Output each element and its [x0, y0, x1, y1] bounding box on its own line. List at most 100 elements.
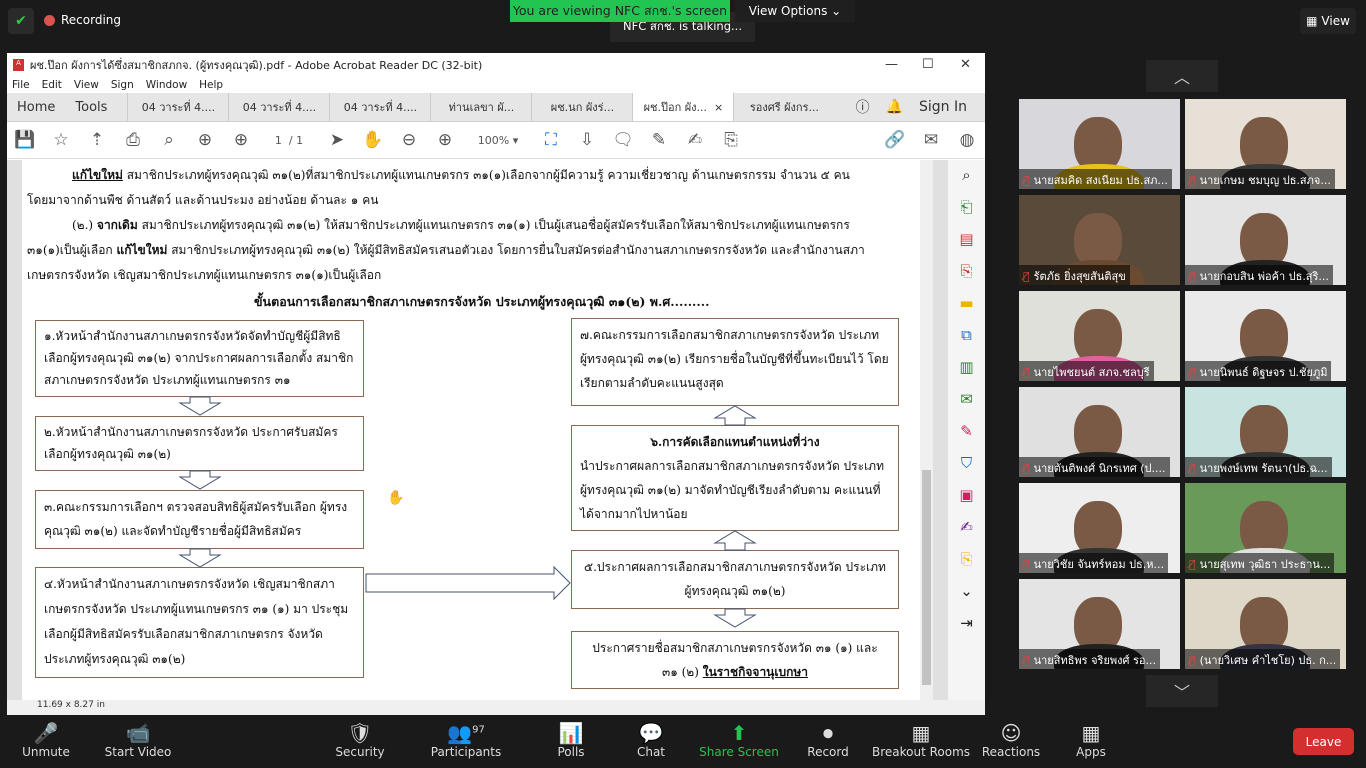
- doc-tab[interactable]: ท่านเลขา ผั...: [430, 93, 531, 121]
- share-screen-button[interactable]: ⬆ Share Screen: [689, 721, 789, 759]
- page-number-field[interactable]: 1 / 1: [259, 134, 319, 147]
- fill-sign-icon[interactable]: ⎘: [713, 130, 749, 150]
- recording-indicator[interactable]: Recording: [44, 13, 121, 27]
- participants-button[interactable]: 👥97 Participants: [416, 721, 516, 759]
- view-options-label: View Options: [748, 4, 828, 18]
- highlight-pen-icon[interactable]: ✎: [641, 130, 677, 150]
- menu-view[interactable]: View: [74, 79, 99, 91]
- share-link-icon[interactable]: 🔗: [877, 130, 913, 150]
- participant-name-bar: 🎙̸ นายตันติพงศ์ นิกรเทศ (ป....: [1019, 457, 1170, 477]
- fill-sign-tool-icon[interactable]: ✎: [960, 422, 973, 440]
- tab-tools[interactable]: Tools: [65, 93, 127, 121]
- save-icon[interactable]: 💾: [7, 130, 43, 150]
- fit-page-icon[interactable]: ⛶: [533, 130, 569, 150]
- zoom-tool-icon[interactable]: ⌕: [962, 166, 970, 184]
- bookmark-star-icon[interactable]: ☆: [43, 130, 79, 150]
- redact-icon[interactable]: ▣: [959, 486, 973, 504]
- acrobat-toolbar: 💾 ☆ ⇡ ⎙ ⌕ ⊕ ⊕ 1 / 1 ➤ ✋ ⊖ ⊕ 100% ▾ ⛶ ⇩ 🗨 ✎ ✍ ⎘ 🔗 ✉ ◍: [7, 122, 985, 159]
- menu-file[interactable]: File: [12, 79, 30, 91]
- apps-button[interactable]: ▦ Apps: [1041, 721, 1141, 759]
- view-options-button[interactable]: View Options ⌄: [735, 0, 855, 22]
- print-icon[interactable]: ⎙: [115, 130, 151, 150]
- chat-button[interactable]: 💬 Chat: [601, 721, 701, 759]
- unmute-button[interactable]: 🎤 Unmute: [0, 721, 96, 759]
- help-icon[interactable]: ⓘ: [856, 97, 870, 117]
- participant-tile[interactable]: 🎙̸ นายกอบสิน พ่อค้า ปธ.สุริ...: [1185, 195, 1346, 285]
- close-button[interactable]: ✕: [960, 57, 971, 72]
- participant-tile[interactable]: 🎙̸ นายตันติพงศ์ นิกรเทศ (ป....: [1019, 387, 1180, 477]
- participant-tile[interactable]: 🎙̸ นายสมคิด สงเนียม ปธ.สภ...: [1019, 99, 1180, 189]
- zoom-out-icon[interactable]: ⊖: [391, 130, 427, 150]
- participant-tile[interactable]: 🎙̸ รัตภัธ ยิ่งสุขสันติสุข: [1019, 195, 1180, 285]
- organize-pages-icon[interactable]: ▤: [959, 230, 973, 248]
- scan-icon[interactable]: ✉: [960, 390, 973, 408]
- search-icon[interactable]: ⌕: [151, 130, 187, 150]
- participant-name: นายวิชัย จันทร์หอม ปธ.ห...: [1033, 558, 1164, 571]
- collapse-panel-icon[interactable]: ⇥: [960, 614, 973, 632]
- participant-tile[interactable]: 🎙̸ นายเกษม ชมบุญ ปธ.สภจ...: [1185, 99, 1346, 189]
- create-pdf-icon[interactable]: ⎘: [960, 262, 972, 280]
- combine-files-icon[interactable]: ⧉: [961, 326, 972, 344]
- prev-page-icon[interactable]: ⊕: [187, 130, 223, 150]
- menu-help[interactable]: Help: [199, 79, 223, 91]
- sign-icon[interactable]: ✍: [677, 130, 713, 150]
- zoom-level-dropdown[interactable]: 100% ▾: [463, 134, 533, 147]
- minimize-button[interactable]: —: [885, 57, 898, 72]
- doc-tab[interactable]: 04 วาระที่ 4....: [228, 93, 329, 121]
- record-button[interactable]: ⏺ Record: [778, 721, 878, 759]
- participant-name: นายไพชยนต์ สภจ.ชลบุรี: [1033, 366, 1150, 379]
- account-icon[interactable]: ◍: [949, 130, 985, 150]
- menu-sign[interactable]: Sign: [111, 79, 134, 91]
- start-video-button[interactable]: 📹 Start Video: [88, 721, 188, 759]
- breakout-rooms-button[interactable]: ▦ Breakout Rooms: [871, 721, 971, 759]
- vertical-scrollbar[interactable]: [920, 160, 933, 700]
- participant-tile[interactable]: 🎙̸ นายสิทธิพร จริยพงศ์ รอ...: [1019, 579, 1180, 669]
- zoom-level-value: 100%: [477, 133, 510, 147]
- participant-tile[interactable]: 🎙̸ นายพงษ์เทพ รัตนา(ปธ.ฉ...: [1185, 387, 1346, 477]
- next-page-icon[interactable]: ⊕: [223, 130, 259, 150]
- compress-icon[interactable]: ▥: [959, 358, 973, 376]
- export-pdf-icon[interactable]: ⎗: [960, 198, 972, 216]
- comment-icon[interactable]: 🗨: [605, 130, 641, 150]
- viewing-banner: You are viewing NFC สกช.'s screen: [510, 0, 730, 22]
- start-video-icon: 📹: [125, 721, 151, 745]
- participant-tile[interactable]: 🎙̸ (นายวิเศษ คำไชโย) ปธ. ก...: [1185, 579, 1346, 669]
- gallery-up-button[interactable]: ︿: [1146, 60, 1218, 92]
- doc-tab[interactable]: ผช.นก ผังร่...: [531, 93, 632, 121]
- doc-tab[interactable]: รองศรี ผังกร...: [733, 93, 834, 121]
- participant-tile[interactable]: 🎙̸ นายสุเทพ วุฒิธา ประธาน...: [1185, 483, 1346, 573]
- pdf-icon: A: [13, 59, 24, 71]
- protect-icon[interactable]: ⛉: [961, 454, 972, 472]
- bell-icon[interactable]: 🔔: [886, 99, 903, 115]
- select-cursor-icon[interactable]: ➤: [319, 130, 355, 150]
- more-tools-icon[interactable]: ⌄: [960, 582, 973, 600]
- tab-home[interactable]: Home: [7, 93, 65, 121]
- leave-button[interactable]: Leave: [1293, 728, 1354, 755]
- scroll-mode-icon[interactable]: ⇩: [569, 130, 605, 150]
- doc-tab[interactable]: 04 วาระที่ 4....: [127, 93, 228, 121]
- participant-tile[interactable]: 🎙̸ นายวิชัย จันทร์หอม ปธ.ห...: [1019, 483, 1180, 573]
- participant-name-bar: 🎙̸ นายวิชัย จันทร์หอม ปธ.ห...: [1019, 553, 1168, 573]
- view-button[interactable]: ▦ View: [1300, 8, 1356, 34]
- security-shield-icon[interactable]: ✔: [8, 8, 34, 34]
- email-icon[interactable]: ✉: [913, 130, 949, 150]
- scrollbar-thumb[interactable]: [922, 470, 931, 685]
- maximize-button[interactable]: ☐: [922, 57, 934, 72]
- hand-tool-icon[interactable]: ✋: [355, 130, 391, 150]
- upload-icon[interactable]: ⇡: [79, 130, 115, 150]
- doc-tab-active[interactable]: ผช.ป๊อก ผัง... ×: [632, 93, 734, 121]
- zoom-in-icon[interactable]: ⊕: [427, 130, 463, 150]
- doc-tab[interactable]: 04 วาระที่ 4....: [329, 93, 430, 121]
- participant-name: นายสิทธิพร จริยพงศ์ รอ...: [1033, 654, 1156, 667]
- security-button[interactable]: 🛡 Security: [310, 721, 410, 759]
- close-tab-icon[interactable]: ×: [714, 101, 723, 114]
- menu-window[interactable]: Window: [146, 79, 187, 91]
- certificate-icon[interactable]: ✍: [960, 518, 973, 536]
- participant-tile[interactable]: 🎙̸ นายนิพนธ์ ดิฐษจร ป.ชัยภูมิ: [1185, 291, 1346, 381]
- participant-tile[interactable]: 🎙̸ นายไพชยนต์ สภจ.ชลบุรี: [1019, 291, 1180, 381]
- send-for-signature-icon[interactable]: ⎘: [960, 550, 972, 568]
- menu-edit[interactable]: Edit: [42, 79, 62, 91]
- gallery-down-button[interactable]: ﹀: [1146, 675, 1218, 707]
- comment-tool-icon[interactable]: ▬: [959, 294, 973, 312]
- sign-in-button[interactable]: Sign In: [919, 99, 967, 115]
